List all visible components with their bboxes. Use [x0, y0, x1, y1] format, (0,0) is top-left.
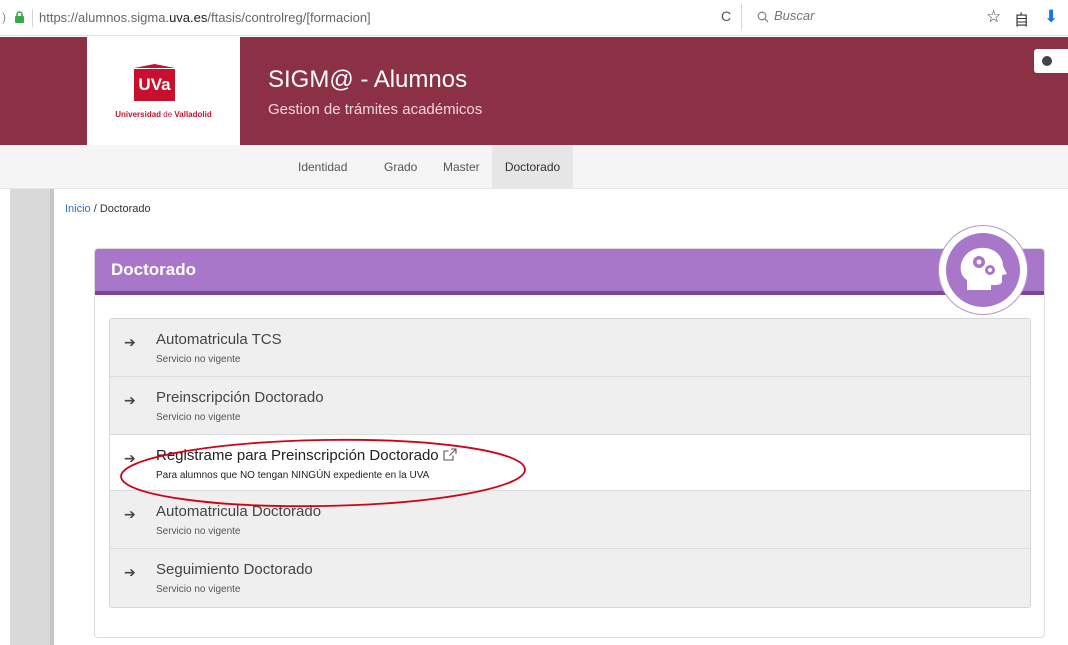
- logo-mark: UVa: [134, 69, 175, 101]
- reload-icon[interactable]: C: [721, 8, 731, 24]
- search-icon: [757, 11, 769, 23]
- url-text[interactable]: https://alumnos.sigma.uva.es/ftasis/cont…: [39, 10, 371, 25]
- download-icon[interactable]: ⬇: [1044, 7, 1058, 27]
- panel-header: Doctorado: [95, 249, 1044, 295]
- service-title: Automatricula TCS: [156, 331, 282, 348]
- service-status: Servicio no vigente: [156, 526, 241, 537]
- service-item-preinscripcion[interactable]: ➔ Preinscripción Doctorado Servicio no v…: [110, 377, 1030, 435]
- service-title: Preinscripción Doctorado: [156, 389, 324, 406]
- left-sidebar-gutter: [10, 189, 54, 645]
- breadcrumb-separator: /: [90, 203, 100, 215]
- annotation-ellipse: [120, 438, 526, 508]
- language-selector[interactable]: [1034, 49, 1068, 73]
- globe-icon: [1042, 56, 1052, 66]
- breadcrumb: Inicio / Doctorado: [65, 203, 151, 215]
- arrow-right-icon: ➔: [124, 564, 136, 580]
- main-nav: Identidad Grado Master Doctorado: [0, 145, 1068, 189]
- back-edge-glyph: ): [2, 10, 6, 24]
- breadcrumb-home-link[interactable]: Inicio: [65, 203, 91, 215]
- nav-item-master[interactable]: Master: [435, 145, 488, 189]
- reading-list-icon[interactable]: 自: [1014, 9, 1029, 30]
- browser-search-box[interactable]: [741, 4, 955, 30]
- head-gears-badge: [938, 225, 1028, 315]
- university-logo[interactable]: UVa Universidad de Valladolid: [87, 37, 240, 145]
- nav-item-identidad[interactable]: Identidad: [290, 145, 355, 189]
- service-item-seguimiento[interactable]: ➔ Seguimiento Doctorado Servicio no vige…: [110, 549, 1030, 607]
- lock-icon: [15, 11, 24, 23]
- service-status: Servicio no vigente: [156, 584, 241, 595]
- arrow-right-icon: ➔: [124, 334, 136, 350]
- service-status: Servicio no vigente: [156, 354, 241, 365]
- service-item-automatricula-tcs[interactable]: ➔ Automatricula TCS Servicio no vigente: [110, 319, 1030, 377]
- arrow-right-icon: ➔: [124, 392, 136, 408]
- bookmark-star-icon[interactable]: ☆: [986, 7, 1001, 27]
- panel-title: Doctorado: [111, 260, 196, 279]
- breadcrumb-current: Doctorado: [99, 203, 151, 215]
- site-title: SIGM@ - Alumnos: [268, 66, 468, 93]
- browser-url-bar: ) https://alumnos.sigma.uva.es/ftasis/co…: [0, 0, 1068, 36]
- search-input[interactable]: [774, 8, 944, 23]
- service-status: Servicio no vigente: [156, 412, 241, 423]
- nav-item-doctorado[interactable]: Doctorado: [492, 145, 573, 189]
- head-gears-icon: [946, 233, 1020, 307]
- service-title: Seguimiento Doctorado: [156, 561, 313, 578]
- site-subtitle: Gestion de trámites académicos: [268, 101, 483, 118]
- url-separator: [32, 9, 33, 27]
- nav-item-grado[interactable]: Grado: [376, 145, 425, 189]
- logo-subtitle: Universidad de Valladolid: [115, 110, 212, 119]
